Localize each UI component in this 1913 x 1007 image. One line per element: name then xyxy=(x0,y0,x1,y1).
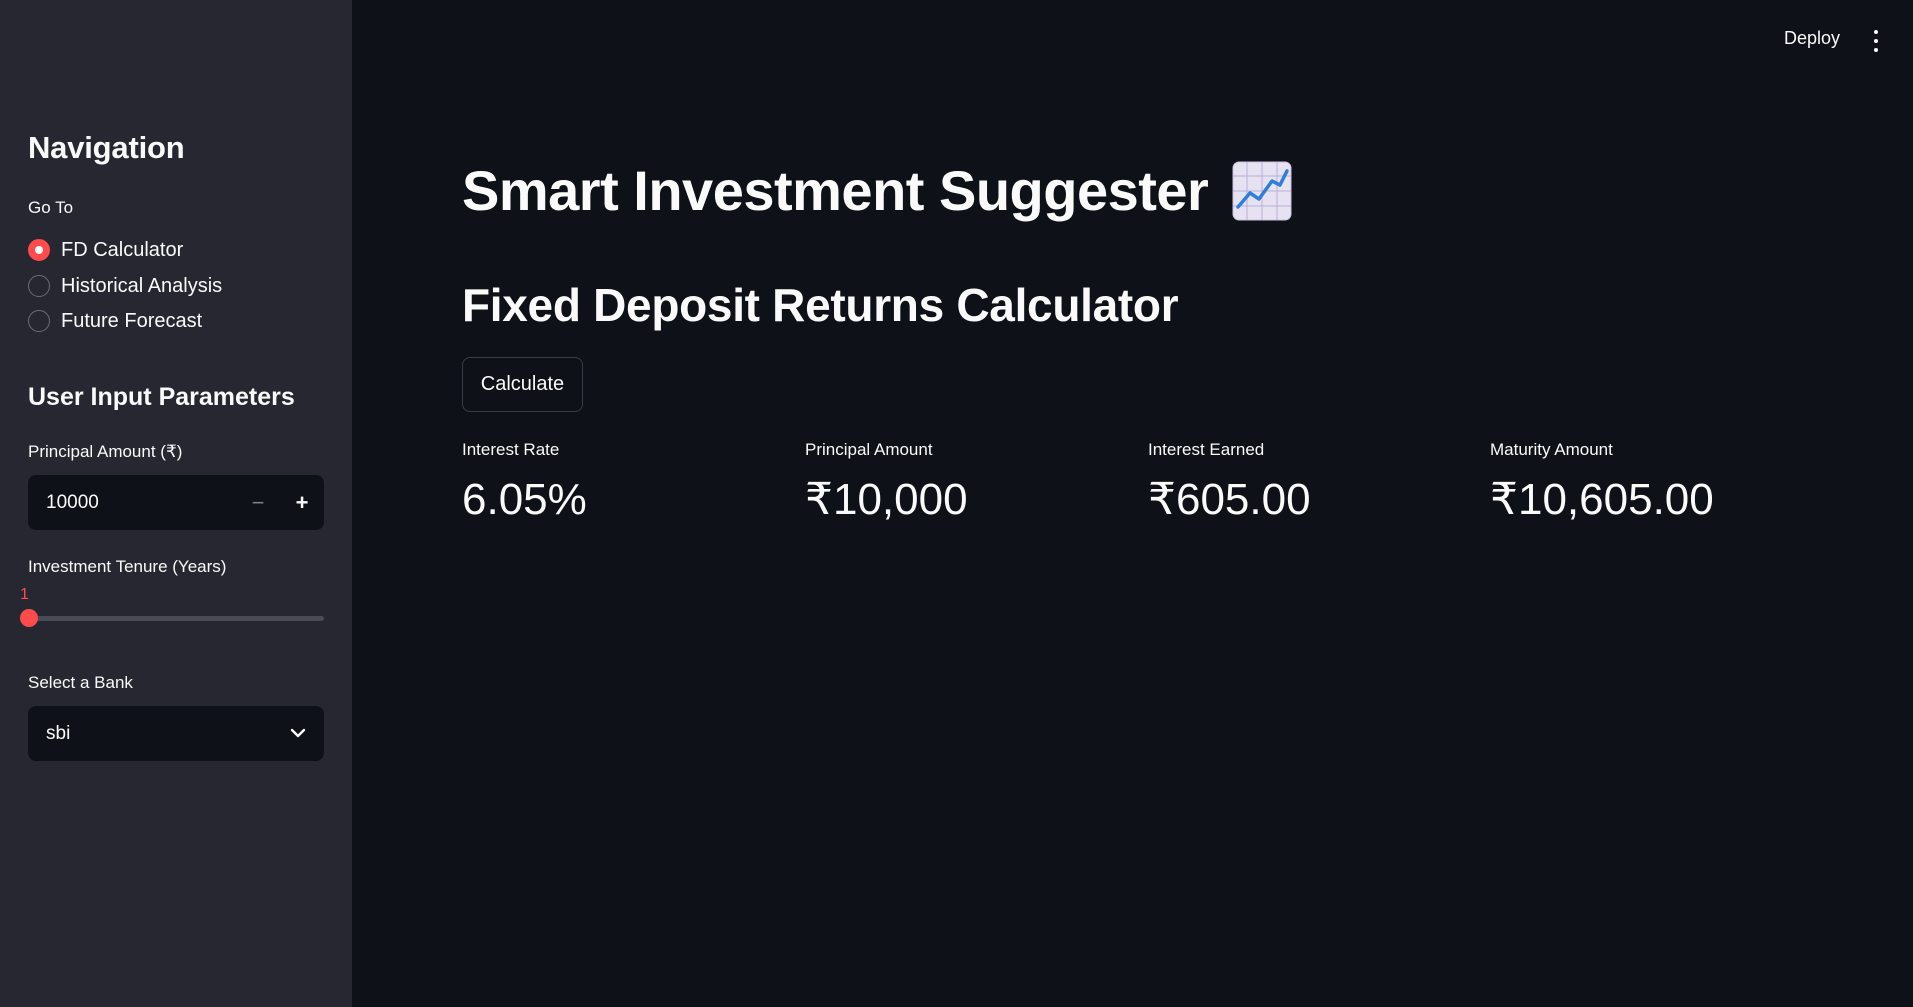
radio-historical-analysis[interactable]: Historical Analysis xyxy=(28,274,222,298)
radio-button[interactable] xyxy=(28,275,50,297)
bank-select-value: sbi xyxy=(46,722,71,744)
metric-label: Maturity Amount xyxy=(1490,440,1613,459)
tenure-slider-thumb[interactable] xyxy=(20,609,38,627)
radio-button[interactable] xyxy=(28,310,50,332)
page-title: Smart Investment Suggester xyxy=(462,158,1292,223)
radio-label: Historical Analysis xyxy=(61,274,223,297)
increment-button[interactable]: + xyxy=(280,475,324,530)
goto-label: Go To xyxy=(28,198,74,217)
metric-value: ₹10,000 xyxy=(805,475,968,524)
slider-value: 1 xyxy=(20,586,29,603)
metric-maturity-amount: Maturity Amount ₹10,605.00 xyxy=(1490,438,1820,526)
page-title-text: Smart Investment Suggester xyxy=(462,159,1209,222)
radio-future-forecast[interactable]: Future Forecast xyxy=(28,309,202,333)
radio-button-selected[interactable] xyxy=(28,239,50,261)
chevron-down-icon xyxy=(290,725,306,743)
metric-label: Interest Rate xyxy=(462,440,560,459)
metric-interest-rate: Interest Rate 6.05% xyxy=(462,438,792,526)
calculate-button[interactable]: Calculate xyxy=(462,357,583,412)
metric-label: Interest Earned xyxy=(1148,440,1265,459)
sidebar-title: Navigation xyxy=(28,130,185,165)
metric-value: ₹605.00 xyxy=(1148,475,1311,524)
radio-fd-calculator[interactable]: FD Calculator xyxy=(28,238,183,262)
principal-value[interactable]: 10000 xyxy=(28,492,236,514)
tenure-slider-track[interactable] xyxy=(28,616,324,621)
principal-label: Principal Amount (₹) xyxy=(28,442,183,461)
params-title: User Input Parameters xyxy=(28,383,295,411)
bank-label: Select a Bank xyxy=(28,673,133,692)
metric-principal-amount: Principal Amount ₹10,000 xyxy=(805,438,1135,526)
section-title: Fixed Deposit Returns Calculator xyxy=(462,279,1179,331)
bank-select[interactable]: sbi xyxy=(28,706,324,761)
metric-interest-earned: Interest Earned ₹605.00 xyxy=(1148,438,1478,526)
radio-label: FD Calculator xyxy=(61,238,184,261)
kebab-menu-icon[interactable] xyxy=(1868,30,1884,52)
metric-value: ₹10,605.00 xyxy=(1490,475,1714,524)
chart-increasing-icon xyxy=(1232,161,1292,221)
sidebar: Navigation Go To FD Calculator Historica… xyxy=(0,0,352,1007)
principal-input[interactable]: 10000 − + xyxy=(28,475,324,530)
metric-value: 6.05% xyxy=(462,475,587,524)
radio-label: Future Forecast xyxy=(61,309,203,332)
decrement-button[interactable]: − xyxy=(236,475,280,530)
deploy-button[interactable]: Deploy xyxy=(1784,28,1840,49)
metric-label: Principal Amount xyxy=(805,440,933,459)
tenure-label: Investment Tenure (Years) xyxy=(28,557,227,576)
